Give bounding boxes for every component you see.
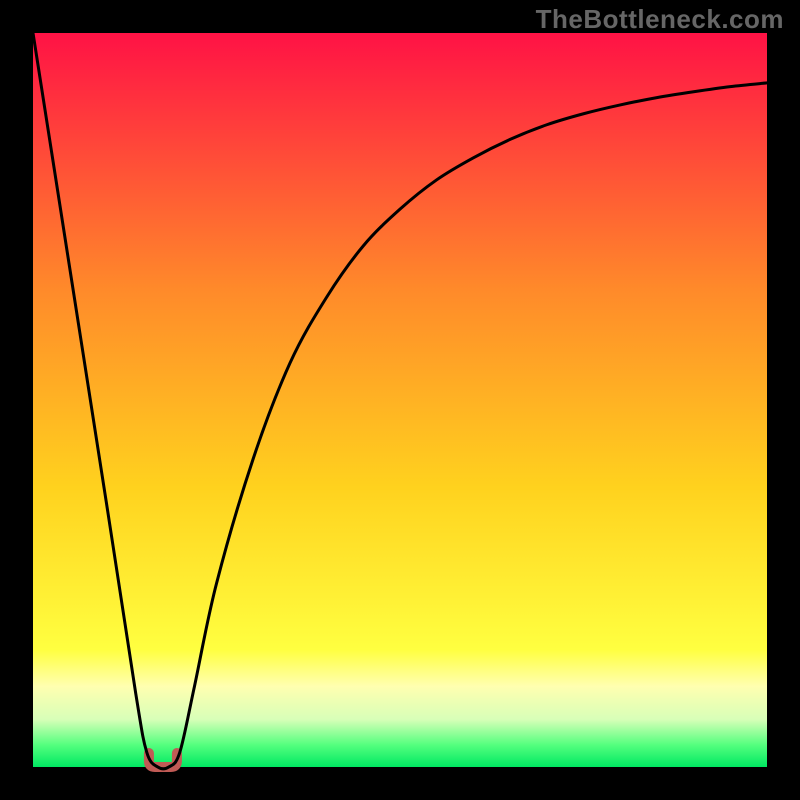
chart-frame: TheBottleneck.com — [0, 0, 800, 800]
plot-background — [33, 33, 767, 767]
watermark-text: TheBottleneck.com — [536, 4, 784, 35]
chart-svg — [0, 0, 800, 800]
